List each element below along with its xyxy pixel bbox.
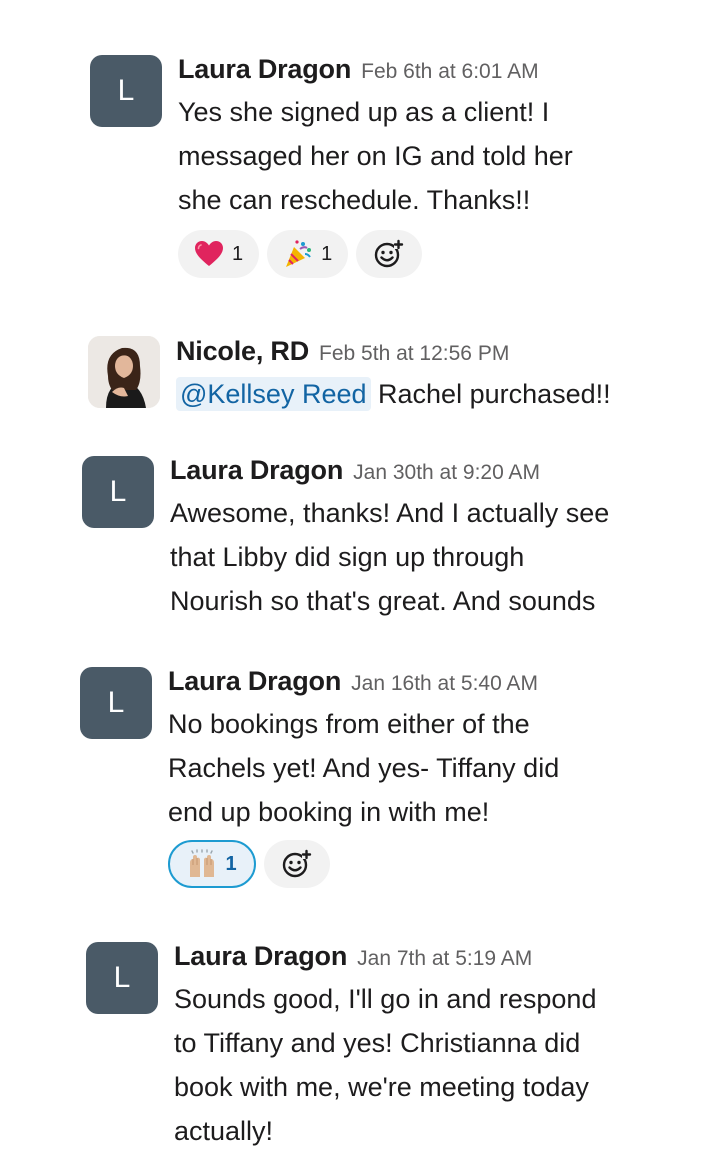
add-reaction-button[interactable] [264,840,330,888]
reactions-bar: 1 1 [178,230,573,278]
reaction-count: 1 [232,242,244,265]
message-header: Laura Dragon Jan 30th at 9:20 AM [170,453,609,487]
timestamp[interactable]: Feb 6th at 6:01 AM [361,60,538,83]
reaction-raising-hands[interactable]: 1 [168,840,256,888]
reactions-bar: 1 [168,840,559,888]
timestamp[interactable]: Feb 5th at 12:56 PM [319,342,509,365]
author-name[interactable]: Laura Dragon [170,455,343,485]
message-header: Nicole, RD Feb 5th at 12:56 PM [176,334,611,368]
timestamp[interactable]: Jan 16th at 5:40 AM [351,672,538,695]
add-reaction-button[interactable] [356,230,423,278]
reaction-heart[interactable]: 1 [178,230,260,278]
message-text: @Kellsey Reed Rachel purchased!! [176,372,611,416]
avatar[interactable] [88,336,160,408]
reaction-party[interactable]: 1 [267,230,349,278]
reaction-count: 1 [225,852,237,875]
message-text: Awesome, thanks! And I actually see that… [170,498,610,616]
avatar-letter: L [113,961,131,994]
avatar[interactable]: L [86,942,158,1014]
avatar-letter: L [117,74,135,107]
message-header: Laura Dragon Jan 7th at 5:19 AM [174,939,596,973]
author-name[interactable]: Laura Dragon [178,54,351,84]
author-name[interactable]: Laura Dragon [168,666,341,696]
message-body: Rachel purchased!! [378,379,611,409]
message-text: Sounds good, I'll go in and respond to T… [174,984,597,1146]
avatar-letter: L [109,475,127,508]
author-name[interactable]: Laura Dragon [174,941,347,971]
profile-photo-icon [88,336,160,408]
add-emoji-icon [282,849,312,879]
avatar[interactable]: L [80,667,152,739]
party-popper-icon [283,239,313,269]
message-header: Laura Dragon Feb 6th at 6:01 AM [178,52,573,86]
author-name[interactable]: Nicole, RD [176,336,309,366]
message-text: No bookings from either of the Rachels y… [168,709,560,827]
message-header: Laura Dragon Jan 16th at 5:40 AM [168,664,559,698]
reaction-count: 1 [321,242,333,265]
red-heart-icon [194,239,224,269]
avatar-letter: L [107,686,125,719]
timestamp[interactable]: Jan 30th at 9:20 AM [353,461,540,484]
add-emoji-icon [374,239,404,269]
user-mention[interactable]: @Kellsey Reed [176,377,371,411]
avatar[interactable]: L [90,55,162,127]
avatar[interactable]: L [82,456,154,528]
message-text: Yes she signed up as a client! I message… [178,97,573,215]
timestamp[interactable]: Jan 7th at 5:19 AM [357,947,532,970]
raising-hands-icon [187,849,217,879]
